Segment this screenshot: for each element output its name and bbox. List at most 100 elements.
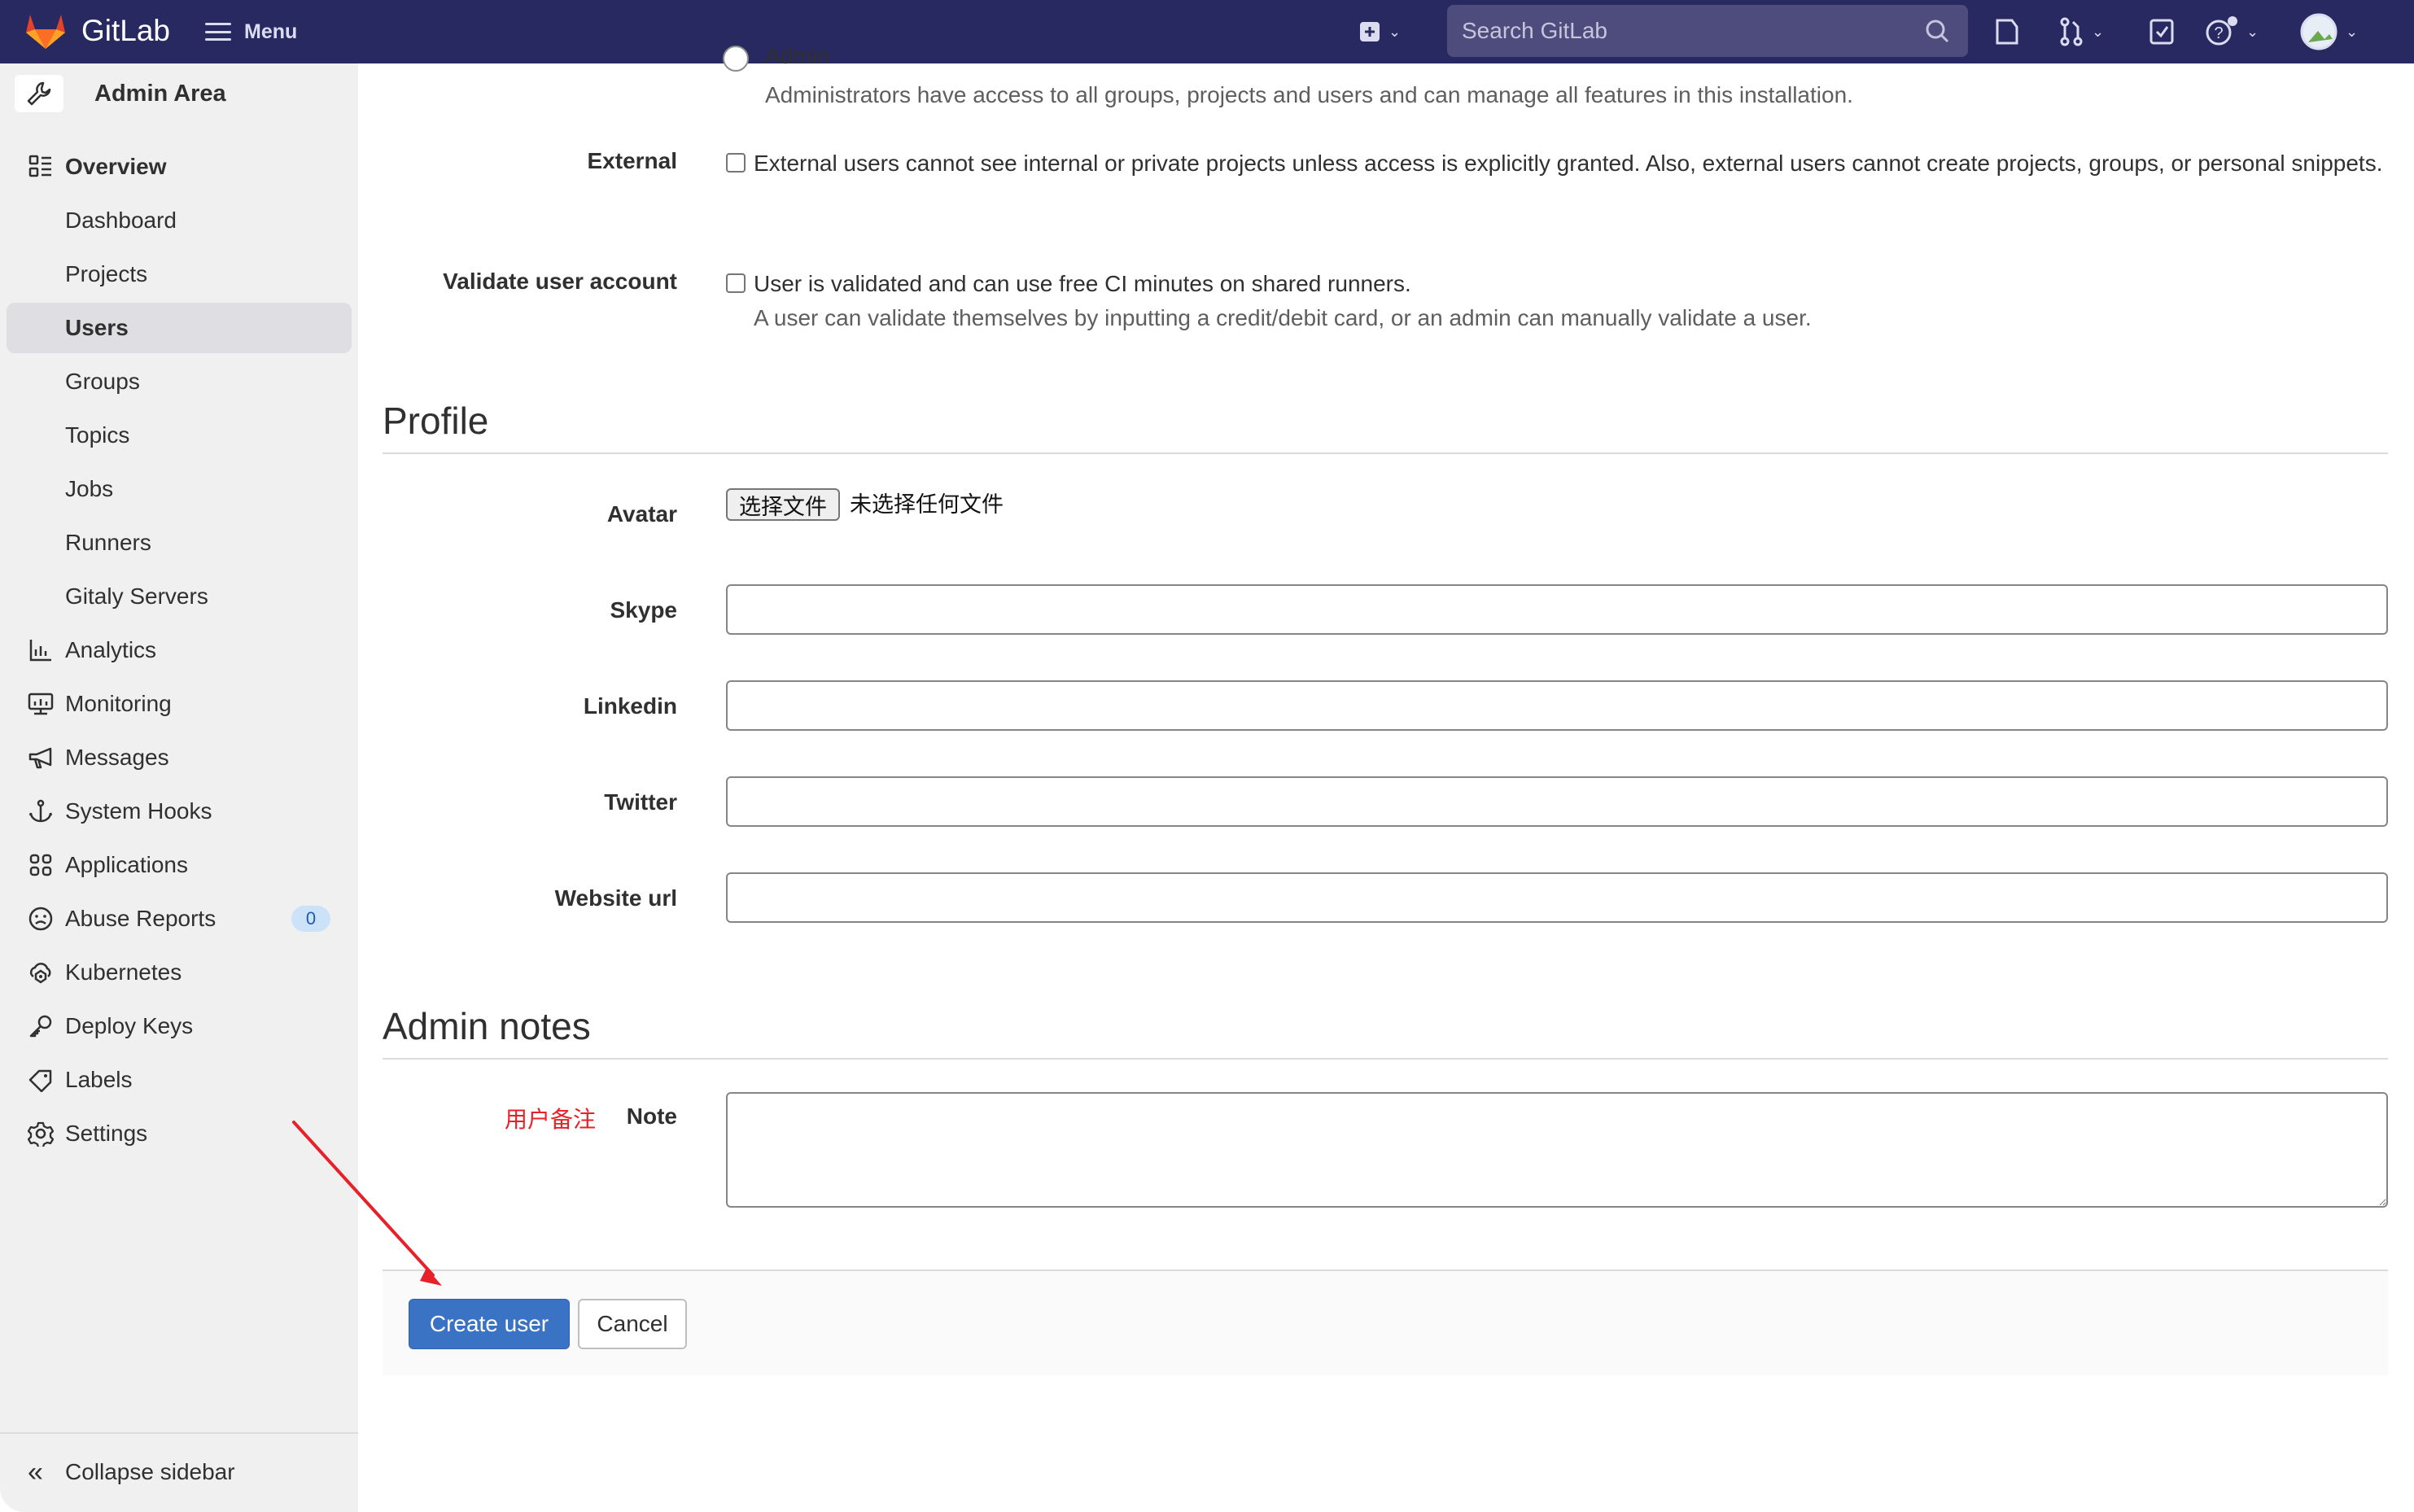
sidebar-item-label: Abuse Reports (65, 906, 216, 931)
linkedin-input[interactable] (726, 680, 2388, 731)
note-textarea[interactable] (726, 1092, 2388, 1208)
sidebar-item-jobs[interactable]: Jobs (7, 464, 352, 514)
chart-icon (26, 636, 55, 665)
key-icon (26, 1012, 55, 1041)
admin-access-radio[interactable] (723, 46, 749, 72)
website-url-label: Website url (554, 885, 677, 911)
chevron-down-icon: ⌄ (1388, 23, 1402, 40)
sidebar-item-abuse-reports[interactable]: Abuse Reports 0 (7, 894, 352, 944)
sidebar-item-groups[interactable]: Groups (7, 356, 352, 407)
note-label: Note (626, 1103, 677, 1129)
profile-heading: Profile (383, 400, 489, 442)
profile-divider (383, 452, 2388, 454)
sidebar-item-analytics[interactable]: Analytics (7, 625, 352, 675)
sidebar-item-label: Messages (65, 745, 169, 770)
wrench-icon (15, 75, 63, 112)
kubernetes-icon (26, 958, 55, 987)
todo-checkbox-icon (2149, 19, 2174, 45)
sidebar-item-monitoring[interactable]: Monitoring (7, 679, 352, 729)
chevron-down-icon: ⌄ (2246, 23, 2259, 40)
search-input[interactable] (1462, 18, 1924, 44)
sidebar-item-label: System Hooks (65, 798, 212, 824)
sidebar-item-label: Overview (65, 154, 167, 179)
sidebar-item-labels[interactable]: Labels (7, 1055, 352, 1105)
sidebar-item-label: Settings (65, 1121, 148, 1146)
sidebar: Admin Area Overview Dashboard Projects U… (0, 63, 358, 1512)
validate-user-checkbox[interactable] (726, 273, 746, 293)
issues-icon (1996, 19, 2018, 45)
validate-user-description: User is validated and can use free CI mi… (754, 271, 1411, 296)
sidebar-header[interactable]: Admin Area (15, 75, 226, 112)
admin-notes-heading: Admin notes (383, 1005, 591, 1047)
sidebar-item-system-hooks[interactable]: System Hooks (7, 786, 352, 837)
sidebar-item-label: Jobs (65, 476, 114, 501)
external-description: External users cannot see internal or pr… (754, 151, 2383, 176)
sidebar-item-label: Labels (65, 1067, 133, 1092)
search-box[interactable] (1447, 5, 1968, 57)
form-actions: Create user Cancel (383, 1269, 2388, 1375)
create-user-button[interactable]: Create user (409, 1299, 570, 1349)
skype-input[interactable] (726, 584, 2388, 635)
sidebar-item-label: Applications (65, 852, 188, 877)
sidebar-item-overview[interactable]: Overview (7, 142, 352, 192)
validate-user-help: A user can validate themselves by inputt… (754, 305, 1812, 330)
sidebar-item-label: Monitoring (65, 691, 172, 716)
sidebar-item-label: Dashboard (65, 208, 177, 233)
bullhorn-icon (26, 743, 55, 772)
twitter-input[interactable] (726, 776, 2388, 827)
sidebar-item-kubernetes[interactable]: Kubernetes (7, 947, 352, 998)
overview-icon (26, 152, 55, 181)
user-menu-dropdown[interactable]: ⌄ (2300, 13, 2359, 50)
chevron-down-icon: ⌄ (2346, 23, 2359, 40)
todos-button[interactable] (2149, 15, 2175, 49)
sidebar-item-label: Projects (65, 261, 148, 286)
avatar-label: Avatar (606, 501, 677, 527)
collapse-sidebar-button[interactable]: « Collapse sidebar (0, 1447, 358, 1497)
chevron-down-icon: ⌄ (2092, 23, 2105, 40)
sidebar-title: Admin Area (94, 80, 226, 107)
cancel-button[interactable]: Cancel (578, 1299, 687, 1349)
website-url-input[interactable] (726, 872, 2388, 923)
sad-face-icon (26, 904, 55, 933)
external-checkbox[interactable] (726, 153, 746, 173)
monitor-icon (26, 689, 55, 719)
brand-name: GitLab (81, 14, 171, 47)
settings-icon (26, 1119, 55, 1148)
sidebar-item-dashboard[interactable]: Dashboard (7, 195, 352, 246)
search-icon[interactable] (1924, 18, 1950, 44)
admin-radio-label: Admin (765, 43, 830, 68)
choose-file-button[interactable]: 选择文件 (726, 488, 840, 521)
sidebar-item-gitaly-servers[interactable]: Gitaly Servers (7, 571, 352, 622)
sidebar-item-deploy-keys[interactable]: Deploy Keys (7, 1001, 352, 1051)
collapse-sidebar-label: Collapse sidebar (65, 1459, 235, 1484)
sidebar-item-users[interactable]: Users (7, 303, 352, 353)
applications-icon (26, 850, 55, 880)
sidebar-item-label: Gitaly Servers (65, 583, 208, 609)
label-icon (26, 1065, 55, 1095)
top-navbar: GitLab Menu ⌄ ⌄ ? ⌄ ⌄ (0, 0, 2414, 63)
new-item-dropdown[interactable]: ⌄ (1359, 15, 1401, 49)
sidebar-item-label: Analytics (65, 637, 157, 662)
merge-requests-dropdown[interactable]: ⌄ (2059, 15, 2104, 49)
sidebar-item-messages[interactable]: Messages (7, 732, 352, 783)
help-dropdown[interactable]: ? ⌄ (2206, 15, 2259, 49)
sidebar-item-applications[interactable]: Applications (7, 840, 352, 890)
issues-button[interactable] (1994, 15, 2020, 49)
linkedin-label: Linkedin (583, 693, 677, 719)
sidebar-item-settings[interactable]: Settings (7, 1108, 352, 1159)
menu-button[interactable]: Menu (205, 15, 297, 49)
sidebar-item-label: Users (65, 315, 129, 340)
sidebar-item-label: Kubernetes (65, 959, 182, 985)
main-content: Admin Administrators have access to all … (358, 43, 2414, 1512)
sidebar-item-label: Groups (65, 369, 140, 394)
external-label: External (587, 148, 678, 173)
admin-help-text: Administrators have access to all groups… (765, 82, 1853, 107)
plus-square-icon (1360, 22, 1380, 42)
sidebar-item-projects[interactable]: Projects (7, 249, 352, 299)
sidebar-item-runners[interactable]: Runners (7, 518, 352, 568)
validate-user-label: Validate user account (443, 269, 677, 294)
sidebar-item-topics[interactable]: Topics (7, 410, 352, 461)
anchor-icon (26, 797, 55, 826)
gitlab-logo[interactable]: GitLab (24, 11, 170, 50)
double-chevron-left-icon: « (28, 1456, 43, 1488)
